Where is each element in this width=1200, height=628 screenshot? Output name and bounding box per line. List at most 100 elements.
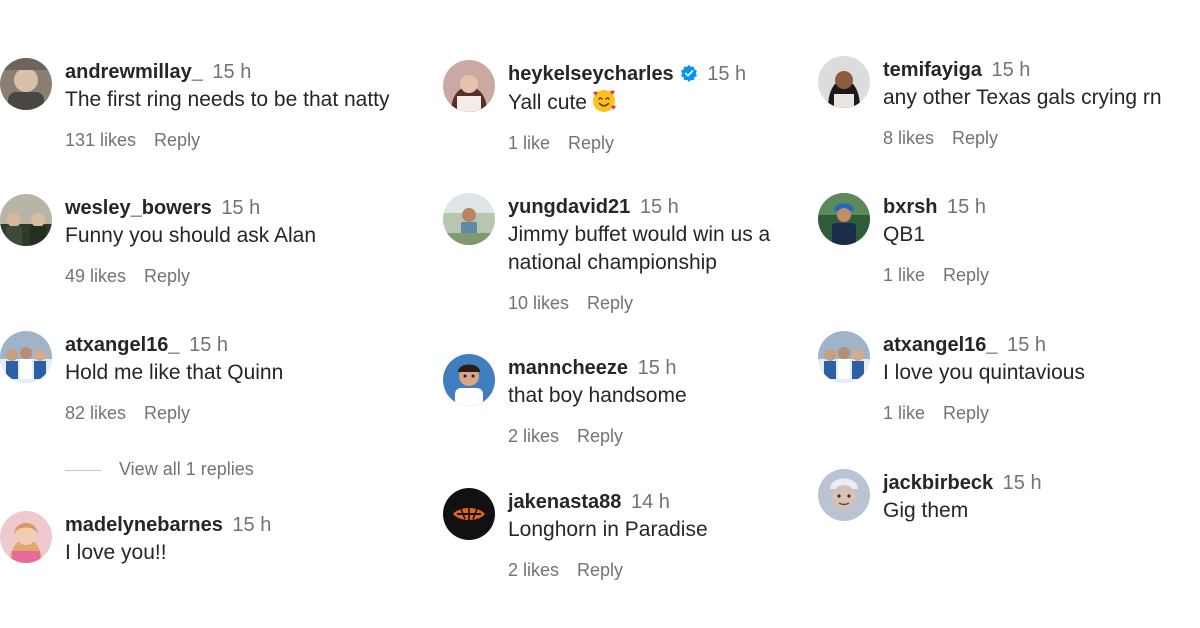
comment-text: Hold me like that Quinn: [65, 361, 284, 384]
comment-text: any other Texas gals crying rn: [883, 86, 1162, 109]
reply-button[interactable]: Reply: [154, 130, 200, 150]
comment-actions: 1 like Reply: [883, 401, 1200, 425]
avatar[interactable]: [0, 331, 52, 383]
reply-button[interactable]: Reply: [587, 293, 633, 313]
comment-text: Jimmy buffet would win us a national cha…: [508, 223, 771, 274]
timestamp[interactable]: 15 h: [638, 357, 677, 379]
comment-body: jackbirbeck 15 h Gig them: [883, 469, 1200, 525]
timestamp[interactable]: 15 h: [992, 59, 1031, 81]
comment-header: temifayiga 15 h: [883, 56, 1200, 84]
comment-actions: 82 likes Reply: [65, 401, 405, 425]
reply-button[interactable]: Reply: [568, 133, 614, 153]
avatar[interactable]: [818, 469, 870, 521]
comment-text: I love you!!: [65, 541, 167, 564]
username[interactable]: jackbirbeck: [883, 472, 993, 494]
username[interactable]: bxrsh: [883, 196, 937, 218]
comment-body: yungdavid21 15 h Jimmy buffet would win …: [508, 193, 848, 315]
timestamp[interactable]: 15 h: [707, 63, 746, 85]
comment-body: bxrsh 15 h QB1 1 like Reply: [883, 193, 1200, 287]
view-replies-button[interactable]: View all 1 replies: [65, 457, 254, 481]
comment-text: that boy handsome: [508, 384, 687, 407]
username[interactable]: temifayiga: [883, 59, 982, 81]
timestamp[interactable]: 15 h: [640, 196, 679, 218]
comment-actions: 1 like Reply: [508, 131, 848, 155]
likes-count[interactable]: 2 likes: [508, 560, 559, 580]
comment-body: madelynebarnes 15 h I love you!!: [65, 511, 405, 567]
avatar[interactable]: [443, 193, 495, 245]
timestamp[interactable]: 15 h: [1003, 472, 1042, 494]
reply-button[interactable]: Reply: [144, 403, 190, 423]
reply-button[interactable]: Reply: [952, 128, 998, 148]
likes-count[interactable]: 10 likes: [508, 293, 569, 313]
likes-count[interactable]: 2 likes: [508, 426, 559, 446]
comment-text: Funny you should ask Alan: [65, 224, 316, 247]
username[interactable]: atxangel16_: [65, 334, 180, 356]
likes-count[interactable]: 49 likes: [65, 266, 126, 286]
avatar[interactable]: [443, 488, 495, 540]
comment-body: atxangel16_ 15 h I love you quintavious …: [883, 331, 1200, 425]
avatar[interactable]: [0, 511, 52, 563]
username[interactable]: heykelseycharles: [508, 63, 674, 85]
comment-actions: 8 likes Reply: [883, 126, 1200, 150]
timestamp[interactable]: 15 h: [221, 197, 260, 219]
likes-count[interactable]: 131 likes: [65, 130, 136, 150]
comment-actions: 2 likes Reply: [508, 424, 848, 448]
reply-button[interactable]: Reply: [943, 265, 989, 285]
comment-header: madelynebarnes 15 h: [65, 511, 405, 539]
avatar[interactable]: [0, 58, 52, 110]
comment-body: jakenasta88 14 h Longhorn in Paradise 2 …: [508, 488, 848, 582]
reply-button[interactable]: Reply: [943, 403, 989, 423]
comment-body: andrewmillay_ 15 h The first ring needs …: [65, 58, 405, 152]
likes-count[interactable]: 1 like: [883, 403, 925, 423]
comment-actions: 49 likes Reply: [65, 264, 405, 288]
likes-count[interactable]: 82 likes: [65, 403, 126, 423]
reply-button[interactable]: Reply: [144, 266, 190, 286]
timestamp[interactable]: 15 h: [232, 514, 271, 536]
username[interactable]: jakenasta88: [508, 491, 621, 513]
username[interactable]: yungdavid21: [508, 196, 630, 218]
comment-actions: 131 likes Reply: [65, 128, 405, 152]
comment-header: yungdavid21 15 h: [508, 193, 848, 221]
timestamp[interactable]: 15 h: [212, 61, 251, 83]
username[interactable]: manncheeze: [508, 357, 628, 379]
comment-header: manncheeze 15 h: [508, 354, 848, 382]
divider-line: [65, 469, 101, 471]
username[interactable]: atxangel16_: [883, 334, 998, 356]
comment-body: atxangel16_ 15 h Hold me like that Quinn…: [65, 331, 405, 425]
likes-count[interactable]: 1 like: [508, 133, 550, 153]
avatar[interactable]: [443, 354, 495, 406]
likes-count[interactable]: 1 like: [883, 265, 925, 285]
comment-header: jakenasta88 14 h: [508, 488, 848, 516]
comment-actions: 1 like Reply: [883, 263, 1200, 287]
comment-header: jackbirbeck 15 h: [883, 469, 1200, 497]
view-replies-label: View all 1 replies: [119, 459, 254, 479]
avatar[interactable]: [0, 194, 52, 246]
avatar[interactable]: [818, 56, 870, 108]
timestamp[interactable]: 15 h: [947, 196, 986, 218]
comment-header: bxrsh 15 h: [883, 193, 1200, 221]
comment-header: wesley_bowers 15 h: [65, 194, 405, 222]
comment-header: andrewmillay_ 15 h: [65, 58, 405, 86]
avatar[interactable]: [443, 60, 495, 112]
smiling-face-with-hearts-emoji-icon: [593, 90, 616, 112]
username[interactable]: madelynebarnes: [65, 514, 223, 536]
timestamp[interactable]: 15 h: [189, 334, 228, 356]
likes-count[interactable]: 8 likes: [883, 128, 934, 148]
comment-header: atxangel16_ 15 h: [883, 331, 1200, 359]
avatar[interactable]: [818, 331, 870, 383]
timestamp[interactable]: 15 h: [1007, 334, 1046, 356]
username[interactable]: wesley_bowers: [65, 197, 212, 219]
comment-body: manncheeze 15 h that boy handsome 2 like…: [508, 354, 848, 448]
comment-text: I love you quintavious: [883, 361, 1085, 384]
username[interactable]: andrewmillay_: [65, 61, 203, 83]
comment-body: temifayiga 15 h any other Texas gals cry…: [883, 56, 1200, 150]
comment-text: Yall cute: [508, 88, 848, 117]
comment-text: Gig them: [883, 499, 969, 522]
avatar[interactable]: [818, 193, 870, 245]
comment-text: The first ring needs to be that natty: [65, 88, 390, 111]
reply-button[interactable]: Reply: [577, 426, 623, 446]
reply-button[interactable]: Reply: [577, 560, 623, 580]
comment-body: wesley_bowers 15 h Funny you should ask …: [65, 194, 405, 288]
timestamp[interactable]: 14 h: [631, 491, 670, 513]
comment-text: QB1: [883, 223, 926, 246]
